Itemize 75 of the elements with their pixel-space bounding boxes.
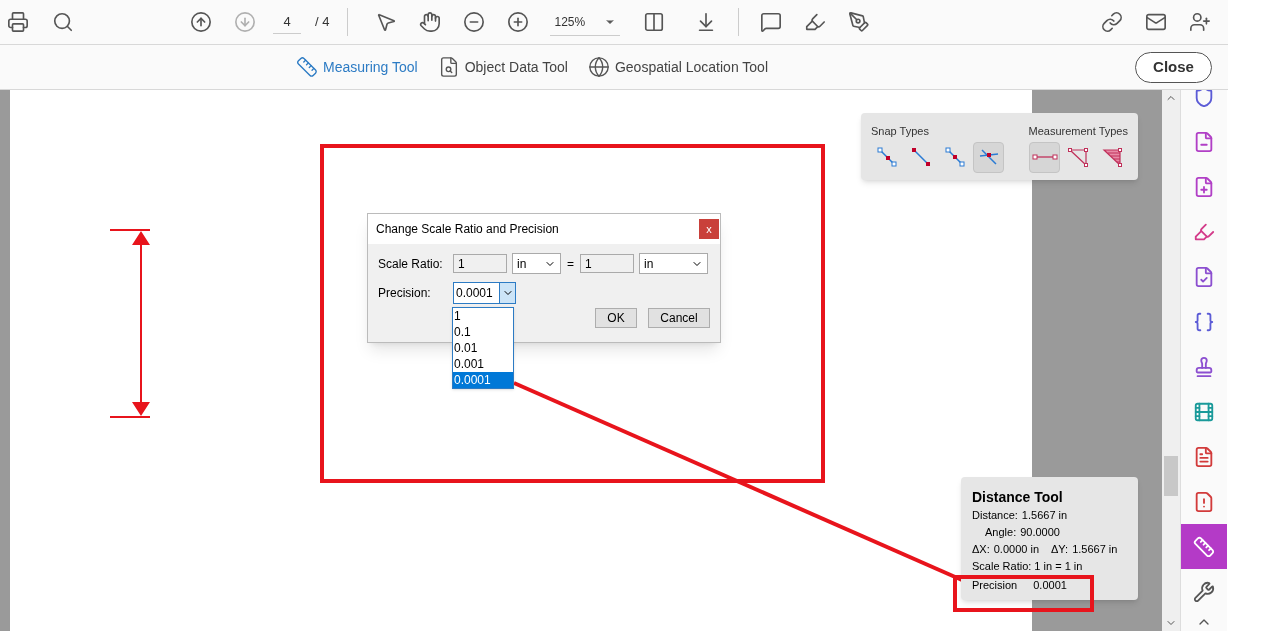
search-icon (52, 11, 74, 33)
precision-option[interactable]: 0.1 (453, 324, 513, 340)
snap-endpoint-icon (876, 147, 897, 167)
scroll-thumb[interactable] (1164, 456, 1178, 496)
close-button[interactable]: Close (1135, 51, 1212, 83)
tool-tab[interactable]: Measuring Tool (296, 56, 418, 78)
globe-icon (587, 56, 610, 78)
distance-value: 1.5667 in (1021, 508, 1068, 523)
add-user-icon (1189, 11, 1211, 33)
sign-icon (848, 11, 871, 33)
wrench-icon (1193, 580, 1215, 603)
pdf-icon (1193, 445, 1215, 468)
tool-tab[interactable]: Object Data Tool (437, 56, 568, 78)
snap-line-icon (910, 147, 931, 167)
snap-intersection-icon (978, 147, 999, 167)
unit-dropdown[interactable]: in (512, 253, 561, 274)
next-page-icon (234, 11, 256, 33)
ruler-icon (1193, 535, 1215, 558)
document-icon (1193, 130, 1215, 153)
zoom-in-icon (507, 11, 530, 33)
delta-x-value: 0.0000 in (993, 542, 1039, 557)
select-icon (375, 11, 398, 33)
scale-to-field[interactable]: 1 (580, 254, 634, 273)
previous-page-icon (190, 11, 212, 33)
filled-triangle-icon (1101, 147, 1124, 167)
share-link-icon (1101, 11, 1123, 33)
scale-ratio-label: Scale Ratio: (378, 255, 444, 273)
panel-title: Distance Tool (972, 488, 1064, 507)
document-info-icon (1193, 490, 1215, 513)
triangle-outline-icon (1067, 147, 1090, 167)
distance-label: Distance: (972, 508, 1018, 523)
precision-label: Precision: (378, 285, 432, 302)
dialog-title: Change Scale Ratio and Precision (376, 221, 559, 238)
precision-option[interactable]: 0.01 (453, 340, 513, 356)
snap-midpoint-icon (944, 147, 965, 167)
equals-sign: = (567, 255, 574, 273)
precision-option[interactable]: 0.0001 (453, 372, 513, 388)
precision-dropdown[interactable]: 0.0001 (453, 282, 516, 304)
measurement-type-button[interactable] (1029, 141, 1060, 173)
print-icon (7, 11, 29, 33)
page-total: / 4 (315, 13, 330, 32)
precision-value: 0.0001 (1033, 578, 1067, 593)
precision-option[interactable]: 1 (453, 308, 513, 324)
delta-y-value: 1.5667 in (1072, 542, 1118, 557)
scale-ratio-text: Scale Ratio: 1 in = 1 in (972, 559, 1084, 574)
stamp-icon (1193, 355, 1215, 378)
braces-icon (1193, 310, 1215, 333)
measurement-types-label: Measurement Types (1028, 124, 1128, 139)
film-icon (1193, 400, 1215, 423)
document-icon (1193, 175, 1215, 198)
precision-label: Precision (972, 578, 1018, 593)
page-number-field[interactable]: 4 (273, 10, 301, 34)
scale-from-field[interactable]: 1 (453, 254, 507, 273)
tool-tab[interactable]: Geospatial Location Tool (587, 56, 768, 78)
dialog-close-button[interactable]: x (699, 219, 719, 239)
certificate-icon (1193, 265, 1215, 288)
unit-dropdown[interactable]: in (639, 253, 708, 274)
angle-label: Angle: (985, 525, 1017, 540)
hand-icon (419, 11, 442, 33)
delta-x-label: ΔX: (972, 542, 990, 557)
snap-types-label: Snap Types (871, 124, 930, 139)
cancel-button[interactable]: Cancel (648, 308, 710, 328)
delta-y-label: ΔY: (1051, 542, 1069, 557)
snap-type-button[interactable] (973, 141, 1004, 173)
angle-value: 90.0000 (1020, 525, 1060, 540)
sidebar-tool[interactable] (1181, 524, 1227, 569)
ruler-icon (296, 56, 318, 78)
precision-option[interactable]: 0.001 (453, 356, 513, 372)
shield-icon (1193, 90, 1215, 108)
highlight-icon (804, 11, 827, 33)
email-icon (1145, 11, 1167, 33)
zoom-out-icon (463, 11, 486, 33)
comment-icon (760, 11, 783, 33)
zoom-dropdown[interactable]: 125% (550, 8, 621, 36)
ok-button[interactable]: OK (595, 308, 637, 328)
